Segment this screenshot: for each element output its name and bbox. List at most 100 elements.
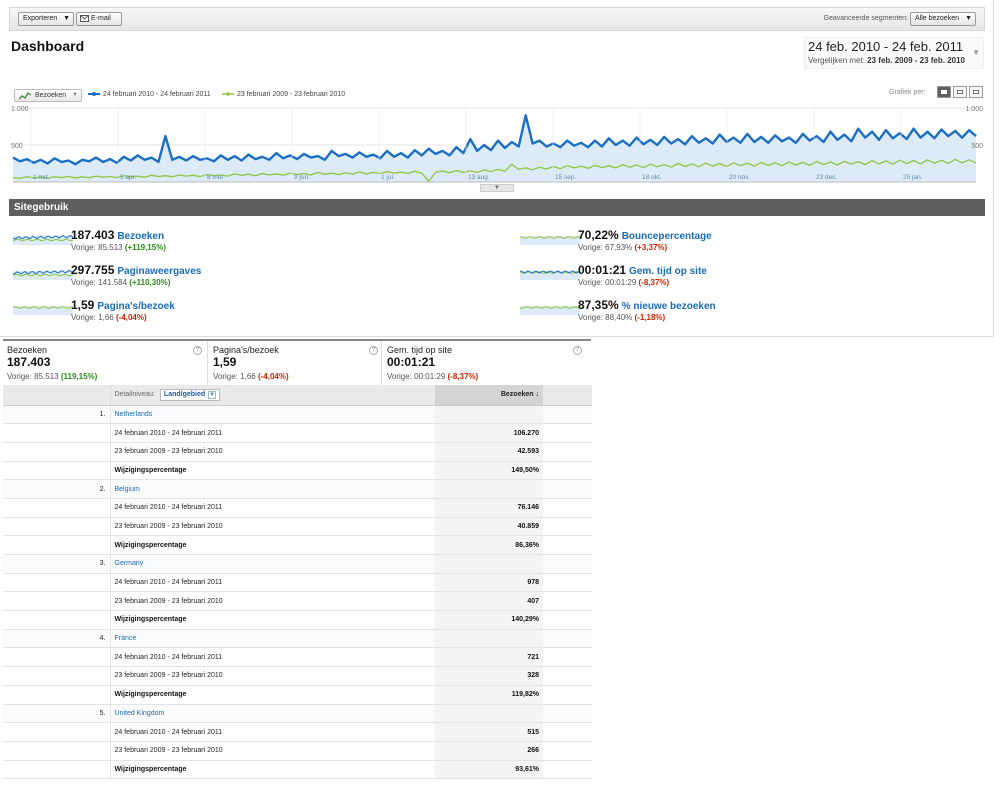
metric-label[interactable]: Bouncepercentage [622, 231, 712, 242]
row-dimension-text: 23 februari 2009 - 23 februari 2010 [114, 747, 223, 755]
row-dimension: 23 februari 2009 - 23 februari 2010 [110, 591, 435, 612]
chevron-down-icon: ▼ [208, 390, 217, 399]
help-icon[interactable]: ? [573, 346, 582, 355]
export-button[interactable]: Exporteren ▼ [18, 12, 74, 26]
date-range-row: 24 februari 2010 - 24 februari 2011 76.14… [3, 498, 592, 518]
row-dimension: Wijzigingspercentage [110, 760, 435, 780]
country-row[interactable]: 1. Netherlands [3, 405, 592, 425]
row-spacer [543, 498, 592, 518]
row-visits [435, 479, 543, 499]
row-spacer [543, 760, 592, 780]
chevron-down-icon: ▼ [63, 15, 70, 22]
prev-prefix: Vorige: [578, 313, 603, 322]
metric-label[interactable]: % nieuwe bezoeken [622, 301, 716, 312]
row-visits: 149,50% [435, 461, 543, 481]
row-dimension-text[interactable]: France [115, 635, 137, 642]
summary-visits-prev: Vorige: 85.513 (119,15%) [7, 372, 97, 381]
metric-delta: (+3,37%) [634, 243, 668, 252]
site-usage-metric: 187.403 Bezoeken Vorige: 85.513 (+119,15%) [13, 227, 433, 257]
sort-column-header[interactable]: Bezoeken ↓ [435, 385, 543, 406]
site-usage-header: Sitegebruik [9, 199, 985, 216]
legend-secondary: 23 februari 2009 - 23 februari 2010 [222, 91, 345, 98]
change-row: Wijzigingspercentage 140,29% [3, 610, 592, 630]
metric-previous: Vorige: 00:01:29 (-8,37%) [578, 278, 669, 287]
metric-label[interactable]: Bezoeken [117, 231, 164, 242]
row-visits: 76.146 [435, 498, 543, 518]
segments-select[interactable]: Alle bezoeken ▼ [910, 12, 976, 26]
summary-visits: Bezoeken 187.403 Vorige: 85.513 (119,15%… [3, 341, 208, 385]
row-dimension: 24 februari 2010 - 24 februari 2011 [110, 573, 435, 593]
y-tick-label-right: 500 [971, 143, 983, 150]
row-dimension-text[interactable]: United Kingdom [115, 710, 165, 717]
sparkline [520, 306, 580, 315]
row-dimension-text[interactable]: Belgium [115, 486, 140, 493]
metric-label[interactable]: Pagina's/bezoek [97, 301, 174, 312]
help-icon[interactable]: ? [369, 346, 378, 355]
row-dimension: Wijzigingspercentage [110, 685, 435, 705]
page-title: Dashboard [11, 38, 85, 54]
metric-label[interactable]: Gem. tijd op site [629, 266, 707, 277]
row-index [3, 498, 111, 518]
row-visits-text: 328 [527, 672, 539, 680]
row-spacer [543, 704, 592, 724]
sparkline [520, 236, 580, 245]
delta: (119,15%) [60, 372, 98, 381]
row-dimension: Netherlands [110, 405, 435, 425]
graph-by-day-button[interactable] [937, 86, 951, 98]
sort-arrow-down-icon: ↓ [535, 391, 540, 399]
date-range-picker[interactable]: 24 feb. 2010 - 24 feb. 2011 Vergelijken … [804, 37, 984, 69]
chart-metric-button[interactable]: Bezoeken ▼ [14, 89, 82, 102]
change-row: Wijzigingspercentage 86,36% [3, 535, 592, 555]
prev-value: 85.513 [34, 372, 59, 381]
row-index-text: 4. [99, 635, 106, 643]
chart-expand-handle[interactable]: ▼ [480, 184, 514, 192]
x-tick-label: 15 sep. [555, 174, 577, 181]
prev-value: 1,66 [240, 372, 256, 381]
sort-column-label: Bezoeken [500, 391, 534, 399]
row-dimension: Wijzigingspercentage [110, 610, 435, 630]
help-icon[interactable]: ? [193, 346, 202, 355]
prev-value: 141.584 [98, 278, 128, 287]
date-range-row: 24 februari 2010 - 24 februari 2011 721 [3, 647, 592, 668]
graph-by-week-button[interactable] [953, 86, 967, 98]
row-visits-text: 93,61% [515, 765, 539, 773]
date-range-compare: Vergelijken met: 23 feb. 2009 - 23 feb. … [808, 56, 965, 65]
country-row[interactable]: 5. United Kingdom [3, 704, 592, 724]
row-dimension: 23 februari 2009 - 23 februari 2010 [110, 442, 435, 462]
row-visits-text: 266 [527, 747, 539, 755]
row-dimension-text[interactable]: Germany [115, 560, 144, 567]
row-index: 5. [3, 704, 111, 724]
graph-by-month-button[interactable] [969, 86, 983, 98]
country-row[interactable]: 3. Germany [3, 554, 592, 574]
row-dimension: 24 februari 2010 - 24 februari 2011 [110, 647, 435, 668]
row-index [3, 442, 111, 462]
row-index [3, 741, 111, 761]
prev-prefix: Vorige: [387, 372, 412, 381]
sparkline [13, 235, 73, 245]
row-visits-text: 978 [527, 579, 539, 587]
row-dimension-text: 24 februari 2010 - 24 februari 2011 [114, 579, 223, 587]
row-dimension-text[interactable]: Netherlands [115, 411, 153, 418]
row-spacer [543, 423, 592, 443]
sparkline [520, 270, 580, 280]
row-dimension: 24 februari 2010 - 24 februari 2011 [110, 423, 435, 443]
dimension-select[interactable]: Land/gebied ▼ [159, 388, 221, 401]
row-visits: 40.859 [435, 517, 543, 537]
y-tick-label: 1.000 [11, 106, 29, 113]
compare-prefix: Vergelijken met: [808, 56, 865, 65]
row-visits [435, 704, 543, 724]
row-dimension: 24 februari 2010 - 24 februari 2011 [110, 722, 435, 742]
prev-prefix: Vorige: [213, 372, 238, 381]
month-icon [973, 90, 979, 94]
email-button[interactable]: E-mail [76, 12, 122, 26]
row-visits-text: 407 [527, 597, 539, 605]
prev-value: 00:01:29 [414, 372, 446, 381]
table-header: Detailniveau: Land/gebied ▼ Bezoeken ↓ [3, 385, 592, 406]
country-row[interactable]: 2. Belgium [3, 479, 592, 499]
y-tick-label: 500 [11, 143, 23, 150]
x-tick-label: 9 jun. [294, 174, 310, 181]
metric-value: 87,35% [578, 298, 619, 312]
metric-label[interactable]: Paginaweergaves [117, 266, 201, 277]
country-row[interactable]: 4. France [3, 629, 592, 649]
site-usage-metric: 70,22% Bouncepercentage Vorige: 67,93% (+3… [520, 227, 940, 257]
